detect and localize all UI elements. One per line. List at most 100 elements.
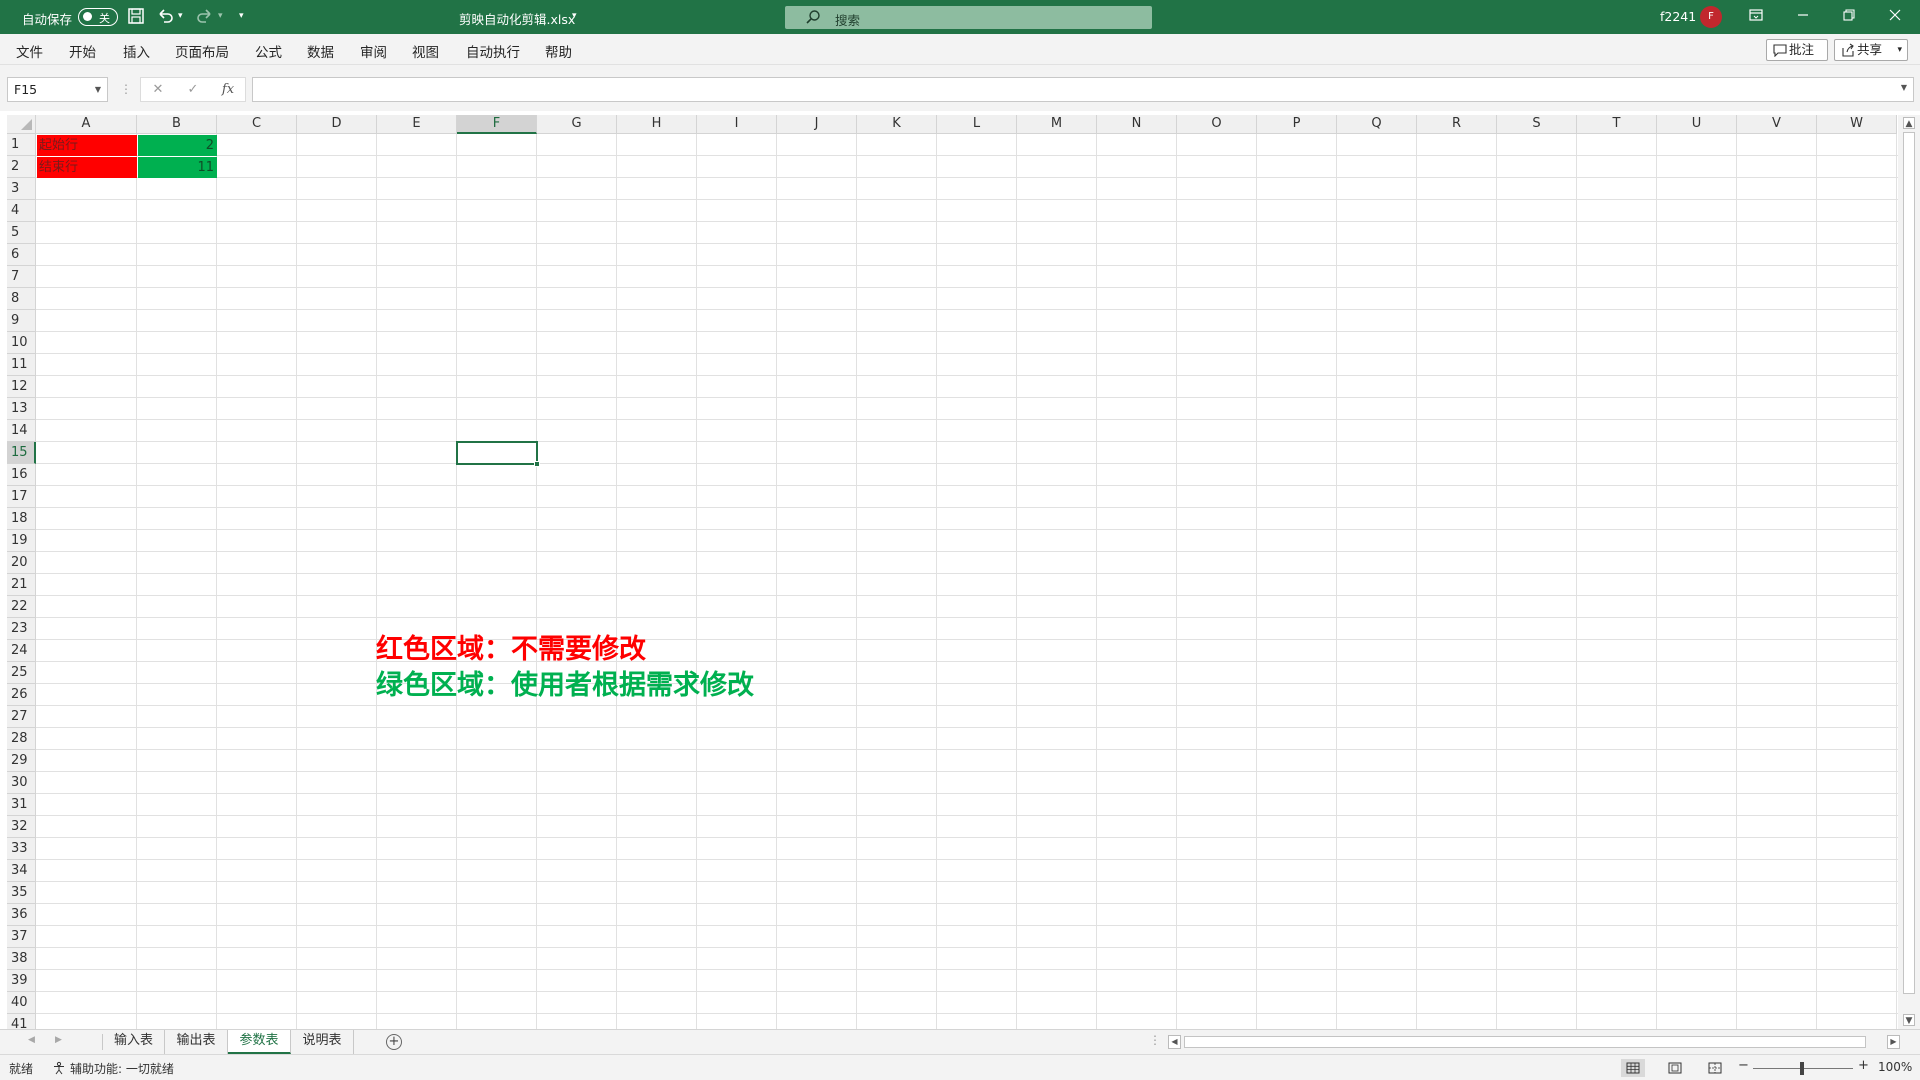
row-header-38[interactable]: 38 xyxy=(7,948,36,970)
autosave-toggle[interactable]: 关 xyxy=(78,8,118,26)
column-header-s[interactable]: S xyxy=(1497,115,1577,134)
prev-sheet-icon[interactable]: ◀ xyxy=(28,1035,35,1045)
row-header-2[interactable]: 2 xyxy=(7,156,36,178)
row-header-12[interactable]: 12 xyxy=(7,376,36,398)
sheet-tab-input[interactable]: 输入表 xyxy=(103,1030,165,1054)
column-header-j[interactable]: J xyxy=(777,115,857,134)
row-header-6[interactable]: 6 xyxy=(7,244,36,266)
row-header-5[interactable]: 5 xyxy=(7,222,36,244)
row-header-15[interactable]: 15 xyxy=(7,442,36,464)
close-icon[interactable] xyxy=(1881,4,1909,30)
row-header-40[interactable]: 40 xyxy=(7,992,36,1014)
tab-insert[interactable]: 插入 xyxy=(123,41,150,61)
column-header-f[interactable]: F xyxy=(457,115,537,134)
redo-icon[interactable] xyxy=(195,7,215,27)
title-dropdown-icon[interactable]: ▾ xyxy=(572,11,577,21)
horizontal-scroll-thumb[interactable] xyxy=(1184,1036,1866,1048)
column-header-g[interactable]: G xyxy=(537,115,617,134)
scroll-right-icon[interactable]: ▶ xyxy=(1887,1035,1900,1049)
share-button[interactable]: 共享 ▾ xyxy=(1834,39,1908,61)
row-header-9[interactable]: 9 xyxy=(7,310,36,332)
cell-b2[interactable]: 11 xyxy=(138,157,217,178)
scroll-down-icon[interactable]: ▼ xyxy=(1903,1014,1915,1026)
zoom-slider-thumb[interactable] xyxy=(1800,1062,1804,1075)
search-box[interactable]: 搜索 xyxy=(785,6,1152,29)
column-header-h[interactable]: H xyxy=(617,115,697,134)
column-header-k[interactable]: K xyxy=(857,115,937,134)
row-header-22[interactable]: 22 xyxy=(7,596,36,618)
insert-function-icon[interactable]: fx xyxy=(219,81,237,99)
avatar[interactable]: F xyxy=(1700,6,1722,28)
column-header-b[interactable]: B xyxy=(137,115,217,134)
tab-help[interactable]: 帮助 xyxy=(545,41,572,61)
column-header-q[interactable]: Q xyxy=(1337,115,1417,134)
share-dropdown-icon[interactable]: ▾ xyxy=(1897,40,1902,60)
row-header-16[interactable]: 16 xyxy=(7,464,36,486)
select-all-button[interactable] xyxy=(7,115,36,134)
name-box[interactable]: F15 ▼ xyxy=(7,77,108,102)
scroll-up-icon[interactable]: ▲ xyxy=(1903,117,1915,129)
row-header-37[interactable]: 37 xyxy=(7,926,36,948)
tab-split-grip-icon[interactable]: ⋮ xyxy=(1149,1033,1161,1047)
expand-formula-bar-icon[interactable]: ▼ xyxy=(1901,83,1907,92)
page-layout-view-button[interactable] xyxy=(1663,1059,1687,1077)
row-header-19[interactable]: 19 xyxy=(7,530,36,552)
column-header-o[interactable]: O xyxy=(1177,115,1257,134)
redo-dropdown-icon[interactable]: ▾ xyxy=(218,11,223,21)
zoom-in-icon[interactable]: + xyxy=(1858,1058,1869,1073)
row-header-30[interactable]: 30 xyxy=(7,772,36,794)
row-header-33[interactable]: 33 xyxy=(7,838,36,860)
column-header-c[interactable]: C xyxy=(217,115,297,134)
worksheet-grid[interactable]: ABCDEFGHIJKLMNOPQRSTUVW 1 2 3 4 5 6 7 8 9 10 11 12 1… xyxy=(0,111,1920,1036)
row-header-3[interactable]: 3 xyxy=(7,178,36,200)
tab-automate[interactable]: 自动执行 xyxy=(466,41,520,61)
row-header-24[interactable]: 24 xyxy=(7,640,36,662)
cell-a2[interactable]: 结束行 xyxy=(37,157,137,178)
minimize-icon[interactable] xyxy=(1789,4,1817,30)
user-name[interactable]: f2241 xyxy=(1660,9,1696,24)
vertical-scroll-thumb[interactable] xyxy=(1903,132,1915,994)
row-header-27[interactable]: 27 xyxy=(7,706,36,728)
column-header-t[interactable]: T xyxy=(1577,115,1657,134)
sheet-tab-params[interactable]: 参数表 xyxy=(228,1030,291,1054)
row-header-28[interactable]: 28 xyxy=(7,728,36,750)
fill-handle[interactable] xyxy=(534,461,540,467)
save-icon[interactable] xyxy=(126,7,146,27)
page-break-view-button[interactable] xyxy=(1703,1059,1727,1077)
cancel-entry-icon[interactable]: ✕ xyxy=(149,81,167,99)
row-header-21[interactable]: 21 xyxy=(7,574,36,596)
confirm-entry-icon[interactable]: ✓ xyxy=(184,81,202,99)
column-header-p[interactable]: P xyxy=(1257,115,1337,134)
vertical-scrollbar[interactable]: ▲ ▼ xyxy=(1898,115,1920,1029)
formula-bar-grip-icon[interactable]: ⋮ xyxy=(120,82,132,96)
tab-view[interactable]: 视图 xyxy=(412,41,439,61)
undo-dropdown-icon[interactable]: ▾ xyxy=(178,11,183,21)
sheet-tab-output[interactable]: 输出表 xyxy=(165,1030,228,1054)
row-header-36[interactable]: 36 xyxy=(7,904,36,926)
row-header-34[interactable]: 34 xyxy=(7,860,36,882)
column-header-e[interactable]: E xyxy=(377,115,457,134)
tab-data[interactable]: 数据 xyxy=(307,41,334,61)
restore-icon[interactable] xyxy=(1835,4,1863,30)
row-header-35[interactable]: 35 xyxy=(7,882,36,904)
row-header-8[interactable]: 8 xyxy=(7,288,36,310)
active-cell-f15[interactable] xyxy=(456,441,540,467)
column-header-l[interactable]: L xyxy=(937,115,1017,134)
column-header-n[interactable]: N xyxy=(1097,115,1177,134)
accessibility-status[interactable]: 辅助功能: 一切就绪 xyxy=(70,1060,174,1077)
row-header-26[interactable]: 26 xyxy=(7,684,36,706)
row-header-25[interactable]: 25 xyxy=(7,662,36,684)
tab-formulas[interactable]: 公式 xyxy=(255,41,282,61)
add-sheet-icon[interactable]: + xyxy=(386,1034,402,1050)
comments-button[interactable]: 批注 xyxy=(1766,39,1828,61)
tab-review[interactable]: 审阅 xyxy=(360,41,387,61)
cell-b1[interactable]: 2 xyxy=(138,135,217,156)
row-header-11[interactable]: 11 xyxy=(7,354,36,376)
row-header-1[interactable]: 1 xyxy=(7,134,36,156)
column-header-d[interactable]: D xyxy=(297,115,377,134)
sheet-tab-readme[interactable]: 说明表 xyxy=(291,1030,354,1054)
normal-view-button[interactable] xyxy=(1621,1059,1645,1077)
row-header-18[interactable]: 18 xyxy=(7,508,36,530)
row-header-4[interactable]: 4 xyxy=(7,200,36,222)
formula-input[interactable]: ▼ xyxy=(252,77,1914,102)
